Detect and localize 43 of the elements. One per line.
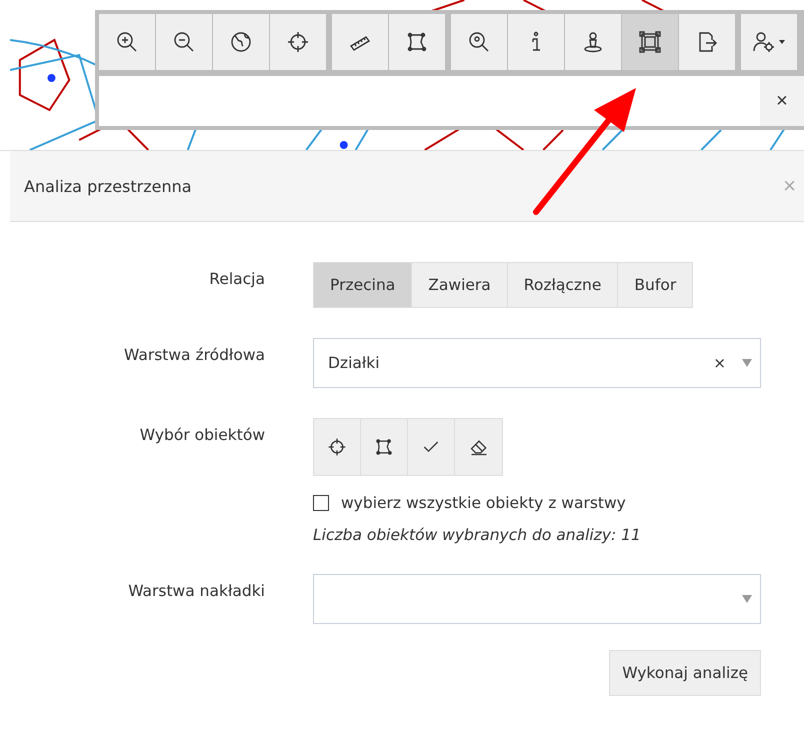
- crosshair-tool-button[interactable]: [314, 419, 361, 475]
- select-all-checkbox[interactable]: [313, 495, 329, 511]
- panel-title: Analiza przestrzenna: [24, 176, 192, 196]
- globe-button[interactable]: [213, 14, 269, 70]
- dropdown-arrow-icon: [742, 595, 752, 603]
- person-pin-button[interactable]: [565, 14, 621, 70]
- source-layer-select[interactable]: Działki ×: [313, 338, 761, 388]
- frame-icon: [638, 30, 662, 54]
- checkmark-tool-button[interactable]: [408, 419, 455, 475]
- selected-count-text: Liczba obiektów wybranych do analizy: 11: [313, 526, 641, 544]
- dropdown-arrow-icon: [742, 359, 752, 367]
- crosshair-icon: [327, 437, 347, 457]
- relation-label: Relacja: [209, 269, 265, 290]
- zoom-out-button[interactable]: [156, 14, 212, 70]
- search-field[interactable]: [99, 76, 760, 126]
- user-gear-icon: [752, 30, 786, 54]
- polygon-icon: [405, 30, 429, 54]
- zoom-out-icon: [172, 30, 196, 54]
- polygon-icon: [374, 437, 394, 457]
- user-gear-button[interactable]: [741, 14, 797, 70]
- relation-tab[interactable]: Bufor: [618, 263, 692, 307]
- zoom-in-icon: [115, 30, 139, 54]
- run-analysis-button[interactable]: Wykonaj analizę: [609, 650, 761, 696]
- frame-button[interactable]: [622, 14, 678, 70]
- crosshair-button[interactable]: [270, 14, 326, 70]
- selection-label: Wybór obiektów: [140, 425, 265, 446]
- ruler-button[interactable]: [332, 14, 388, 70]
- eraser-tool-button[interactable]: [455, 419, 502, 475]
- crosshair-icon: [286, 30, 310, 54]
- polygon-button[interactable]: [389, 14, 445, 70]
- relation-tab[interactable]: Przecina: [314, 263, 412, 307]
- select-all-label: wybierz wszystkie obiekty z warstwy: [341, 494, 626, 512]
- overlay-layer-label: Warstwa nakładki: [128, 581, 265, 602]
- globe-icon: [229, 30, 253, 54]
- relation-tab[interactable]: Zawiera: [412, 263, 508, 307]
- clear-button[interactable]: ×: [760, 76, 804, 126]
- source-layer-label: Warstwa źródłowa: [124, 345, 265, 366]
- polygon-tool-button[interactable]: [361, 419, 408, 475]
- export-button[interactable]: [679, 14, 735, 70]
- search-pin-icon: [467, 30, 491, 54]
- search-pin-button[interactable]: [451, 14, 507, 70]
- zoom-in-button[interactable]: [99, 14, 155, 70]
- relation-tab[interactable]: Rozłączne: [508, 263, 618, 307]
